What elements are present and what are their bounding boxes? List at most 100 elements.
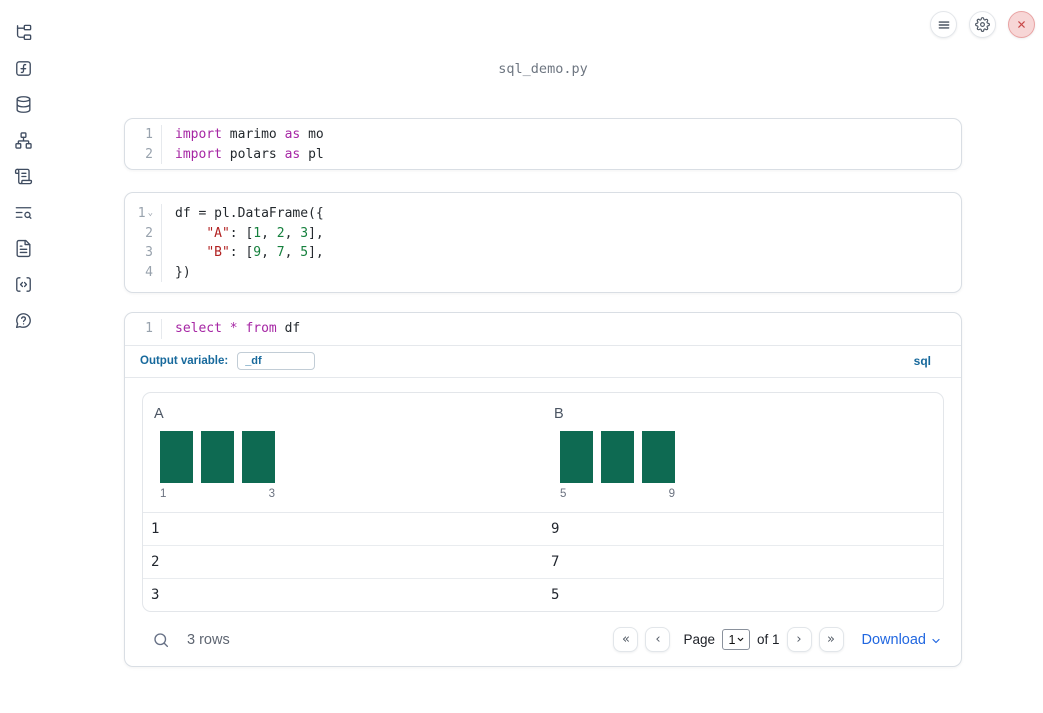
page-label: Page <box>683 632 715 647</box>
code-line[interactable]: "B": [9, 7, 5], <box>175 243 323 263</box>
table-cell: 7 <box>551 553 560 570</box>
table-header-row: A 1 3 B 59 <box>143 393 943 513</box>
file-text-icon <box>15 239 31 258</box>
code-line[interactable]: import polars as pl <box>175 145 324 165</box>
table-cell: 2 <box>151 553 160 570</box>
sidebar-item-database[interactable] <box>12 95 34 114</box>
sidebar-item-file-tree[interactable] <box>12 23 34 42</box>
sidebar-item-file-text[interactable] <box>12 239 34 258</box>
line-number: 2 <box>145 225 153 241</box>
sidebar-item-list-search[interactable] <box>12 203 34 222</box>
line-number-gutter: 1 ⌄ 2 3 4 <box>125 204 162 282</box>
prev-page-button[interactable]: ‹ <box>645 627 671 652</box>
sql-editor[interactable]: 1 select * from df <box>125 313 961 345</box>
network-icon <box>14 132 32 149</box>
table-cell: 5 <box>551 587 560 603</box>
histogram-bar <box>601 430 634 483</box>
line-number: 1 ⌄ <box>137 206 153 221</box>
sidebar-item-scroll-text[interactable] <box>12 167 34 186</box>
histogram-axis-labels: 59 <box>560 488 675 500</box>
code-editor[interactable]: 1 2 import marimo as mo import polars as pl <box>125 119 961 169</box>
line-number: 3 <box>145 245 153 260</box>
language-badge: sql <box>913 354 931 368</box>
histogram-max-label: 3 <box>268 487 275 500</box>
cell-output: A13B59 192735 3 rows « ‹ Page 1 of 1 › » <box>125 378 961 657</box>
gear-icon <box>975 17 990 32</box>
histogram-bar <box>160 430 193 483</box>
menu-button[interactable] <box>930 11 957 38</box>
code-line[interactable]: }) <box>175 263 324 283</box>
histogram-bar <box>242 430 275 483</box>
page-select[interactable]: 1 <box>721 629 750 650</box>
line-number: 4 <box>145 264 153 280</box>
row-count: 3 rows <box>187 631 230 648</box>
code-line[interactable]: select * from df <box>175 319 300 339</box>
column-name: A <box>154 405 164 422</box>
code-editor[interactable]: 1 ⌄ 2 3 4 df = pl.DataFrame({ "A": [1, 2, 3],… <box>125 193 961 292</box>
dataframe-table: A13B59 192735 <box>142 391 944 612</box>
table-body: 192735 <box>143 513 943 611</box>
code-line[interactable]: import marimo as mo <box>175 125 324 145</box>
sql-cell[interactable]: 1 select * from df Output variable: sql A… <box>124 312 962 667</box>
sidebar-item-function-square[interactable] <box>12 59 34 78</box>
download-button[interactable]: Download <box>862 632 943 648</box>
settings-button[interactable] <box>969 11 996 38</box>
help-bubble-icon <box>15 313 31 329</box>
chevron-down-icon <box>738 637 744 642</box>
fold-chevron-icon[interactable]: ⌄ <box>148 209 153 218</box>
table-footer: 3 rows « ‹ Page 1 of 1 › » Download <box>142 623 944 657</box>
chevron-down-icon <box>932 638 940 643</box>
histogram-bar <box>201 430 234 483</box>
histogram <box>560 430 935 483</box>
line-number-gutter: 1 <box>125 319 162 339</box>
code-square-icon <box>15 277 31 292</box>
sidebar-item-help-bubble[interactable] <box>12 311 34 330</box>
search-icon <box>154 632 169 647</box>
histogram-bar <box>560 430 593 483</box>
top-actions <box>930 11 1035 38</box>
table-cell: 9 <box>551 520 560 537</box>
page-select-value: 1 <box>728 632 736 647</box>
search-button[interactable] <box>152 631 170 649</box>
table-row[interactable]: 19 <box>143 513 943 546</box>
table-row[interactable]: 35 <box>143 579 943 611</box>
column-header-B[interactable]: B 59 <box>543 393 943 512</box>
sql-meta-bar: Output variable: sql <box>125 346 961 377</box>
sidebar-item-code-square[interactable] <box>12 275 34 294</box>
last-page-button[interactable]: » <box>818 627 844 652</box>
histogram-max-label: 9 <box>668 487 675 500</box>
sidebar <box>0 0 46 713</box>
line-number: 2 <box>145 146 153 162</box>
table-cell: 3 <box>151 587 160 603</box>
code-line[interactable]: "A": [1, 2, 3], <box>175 224 323 244</box>
output-variable-label: Output variable: <box>140 355 229 367</box>
code-line[interactable]: df = pl.DataFrame({ <box>175 204 324 224</box>
menu-icon <box>938 20 949 29</box>
column-header-A[interactable]: A 1 3 <box>143 393 543 512</box>
line-number-gutter: 12 <box>125 125 162 164</box>
next-page-button[interactable]: › <box>786 627 812 652</box>
code-cell-imports[interactable]: 1 2 import marimo as mo import polars as pl <box>124 118 962 170</box>
histogram <box>160 430 535 483</box>
code-cell-dataframe[interactable]: 1 ⌄ 2 3 4 df = pl.DataFrame({ "A": [1, 2, 3],… <box>124 192 962 293</box>
database-icon <box>15 96 31 113</box>
scroll-text-icon <box>14 168 32 185</box>
close-button[interactable] <box>1008 11 1035 38</box>
output-variable-input[interactable] <box>237 352 316 370</box>
line-number: 1 <box>145 321 153 336</box>
column-name: B <box>554 405 564 422</box>
close-icon <box>1018 21 1025 28</box>
list-search-icon <box>15 207 32 219</box>
line-number: 1 <box>145 127 153 142</box>
notebook-title: sql_demo.py <box>498 61 588 77</box>
file-tree-icon <box>16 24 31 41</box>
histogram-bar <box>642 430 675 483</box>
histogram-min-label: 1 <box>160 487 167 500</box>
first-page-button[interactable]: « <box>613 627 639 652</box>
function-square-icon <box>15 61 31 76</box>
sidebar-item-network[interactable] <box>12 131 34 150</box>
table-row[interactable]: 27 <box>143 546 943 579</box>
notebook-app: sql_demo.py 1 2 import marimo as mo import … <box>0 0 1043 713</box>
table-cell: 1 <box>151 520 160 537</box>
download-label: Download <box>861 631 927 648</box>
